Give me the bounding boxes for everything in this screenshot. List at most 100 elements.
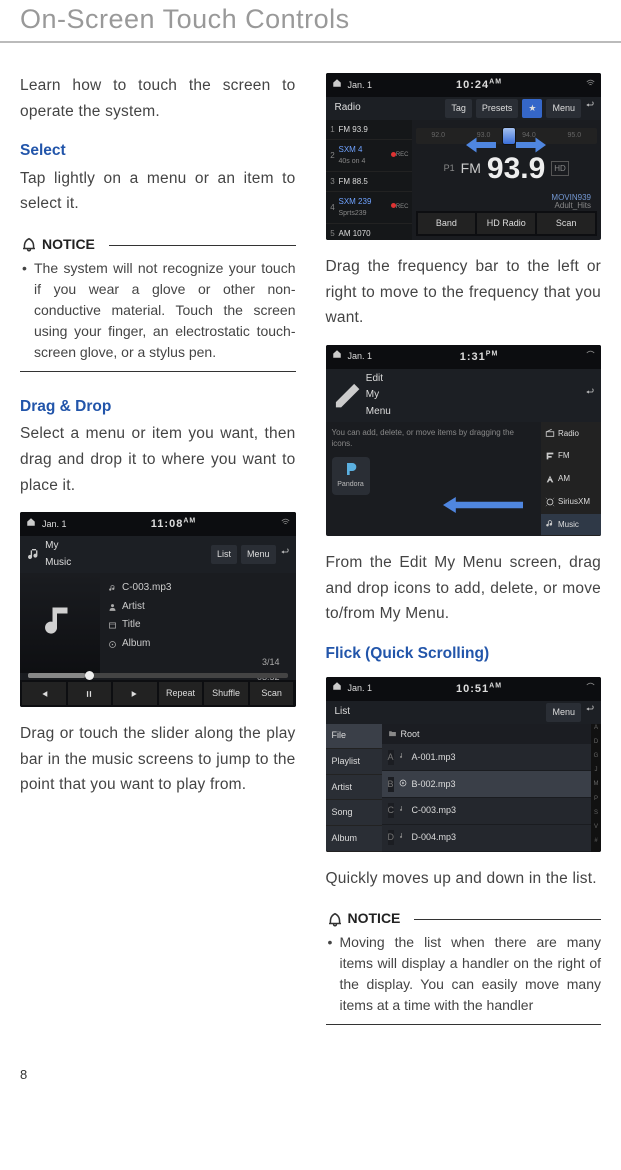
filelist-screenshot: Jan. 1 10:51AM List Menu FilePlaylistArt…	[326, 677, 602, 852]
notice-icon	[20, 235, 38, 253]
next-button	[113, 682, 157, 705]
scan-button: Scan	[250, 682, 294, 705]
home-icon	[26, 517, 36, 532]
index-letter: S	[591, 809, 601, 823]
home-icon	[332, 681, 342, 696]
presets-button: Presets	[476, 99, 519, 118]
side-item: Radio	[541, 422, 601, 445]
back-icon	[280, 547, 290, 564]
home-icon	[332, 349, 342, 364]
time-label: 1:31	[460, 351, 486, 363]
prev-button	[22, 682, 66, 705]
index-letter: A	[591, 724, 601, 738]
back-icon	[585, 704, 595, 721]
title-label: Title	[122, 617, 141, 634]
category-item: Artist	[326, 775, 382, 801]
notice-label: NOTICE	[348, 907, 401, 930]
pause-button	[68, 682, 112, 705]
band-label: FM	[461, 157, 481, 180]
music-caption: Drag or touch the slider along the play …	[20, 721, 296, 798]
index-letter: G	[591, 752, 601, 766]
index-letter: J	[591, 766, 601, 780]
category-item: Playlist	[326, 749, 382, 775]
artist-label: Artist	[122, 599, 145, 616]
index-letter: P	[591, 795, 601, 809]
shuffle-button: Shuffle	[204, 682, 248, 705]
repeat-button: Repeat	[159, 682, 203, 705]
list-label: List	[332, 704, 351, 721]
intro-text: Learn how to touch the screen to operate…	[20, 73, 296, 124]
radio-caption: Drag the frequency bar to the left or ri…	[326, 254, 602, 331]
dragdrop-heading: Drag & Drop	[20, 394, 296, 420]
hd-icon: HD	[551, 161, 569, 176]
scan-button: Scan	[537, 213, 595, 234]
notice-body: The system will not recognize your touch…	[20, 258, 296, 363]
wifi-icon	[281, 517, 290, 532]
editmenu-caption: From the Edit My Menu screen, drag and d…	[326, 550, 602, 627]
wifi-icon	[586, 78, 595, 93]
root-label: Root	[382, 724, 592, 745]
home-icon	[332, 78, 342, 93]
album-label: Album	[122, 636, 150, 653]
file-row: AA-001.mp3	[382, 744, 592, 771]
drag-arrows-icon	[412, 134, 602, 156]
menu-button: Menu	[546, 703, 581, 722]
radio-label: Radio	[332, 100, 361, 117]
music-screenshot: Jan. 1 11:08AM My Music List Menu	[20, 512, 296, 707]
track-name: C-003.mp3	[122, 580, 171, 597]
station-genre: Adult_Hits	[416, 202, 592, 211]
ampm-label: PM	[486, 350, 499, 357]
filelist-caption: Quickly moves up and down in the list.	[326, 866, 602, 892]
category-item: Album	[326, 826, 382, 852]
hint-text: You can add, delete, or move items by dr…	[332, 428, 536, 449]
flick-heading: Flick (Quick Scrolling)	[326, 641, 602, 667]
editmenu-label: Edit My Menu	[332, 371, 396, 421]
back-icon	[585, 387, 595, 404]
notice-body: Moving the list when there are many item…	[326, 932, 602, 1016]
preset-row: 3FM 88.5	[326, 172, 412, 192]
ampm-label: AM	[489, 78, 502, 85]
preset-row: 2SXM 440s on 4REC	[326, 140, 412, 172]
date-label: Jan. 1	[348, 681, 373, 696]
index-letter: D	[591, 738, 601, 752]
notice-heading: NOTICE	[20, 233, 296, 256]
wifi-icon	[586, 681, 595, 696]
music-slider	[28, 673, 288, 678]
notice-label: NOTICE	[42, 233, 95, 256]
drag-arrow-icon	[443, 494, 523, 520]
category-item: File	[326, 724, 382, 750]
date-label: Jan. 1	[348, 349, 373, 364]
band-button: Band	[418, 213, 476, 234]
side-item: FM	[541, 445, 601, 468]
preset-row: 4SXM 239Sprts239REC	[326, 192, 412, 224]
time-label: 10:51	[456, 683, 489, 695]
menu-button: Menu	[546, 99, 581, 118]
editmenu-screenshot: Jan. 1 1:31PM Edit My Menu You can add, …	[326, 345, 602, 537]
tag-button: Tag	[445, 99, 472, 118]
time-label: 11:08	[151, 518, 184, 530]
file-row: CC-003.mp3	[382, 798, 592, 825]
ampm-label: AM	[183, 518, 196, 525]
file-row: BB-002.mp3	[382, 771, 592, 798]
hdradio-button: HD Radio	[477, 213, 535, 234]
side-item: SiriusXM	[541, 491, 601, 514]
back-icon	[585, 100, 595, 117]
notice-heading: NOTICE	[326, 907, 602, 930]
pandora-item: Pandora	[332, 457, 370, 495]
preset-label: P1	[444, 161, 455, 176]
date-label: Jan. 1	[42, 517, 67, 532]
notice-divider	[326, 1024, 602, 1025]
menu-button: Menu	[241, 545, 276, 564]
select-body: Tap lightly on a menu or an item to sele…	[20, 166, 296, 217]
page-number: 8	[0, 1047, 621, 1082]
radio-screenshot: Jan. 1 10:24AM Radio Tag Presets ★ Menu	[326, 73, 602, 240]
preset-row: 5AM 1070	[326, 224, 412, 240]
dragdrop-body: Select a menu or item you want, then dra…	[20, 421, 296, 498]
select-heading: Select	[20, 138, 296, 164]
category-item: Song	[326, 800, 382, 826]
notice-divider	[20, 371, 296, 372]
preset-row: 1FM 93.9	[326, 120, 412, 140]
mymusic-label: My Music	[26, 538, 71, 571]
star-button: ★	[522, 99, 542, 118]
music-note-icon	[42, 603, 78, 644]
